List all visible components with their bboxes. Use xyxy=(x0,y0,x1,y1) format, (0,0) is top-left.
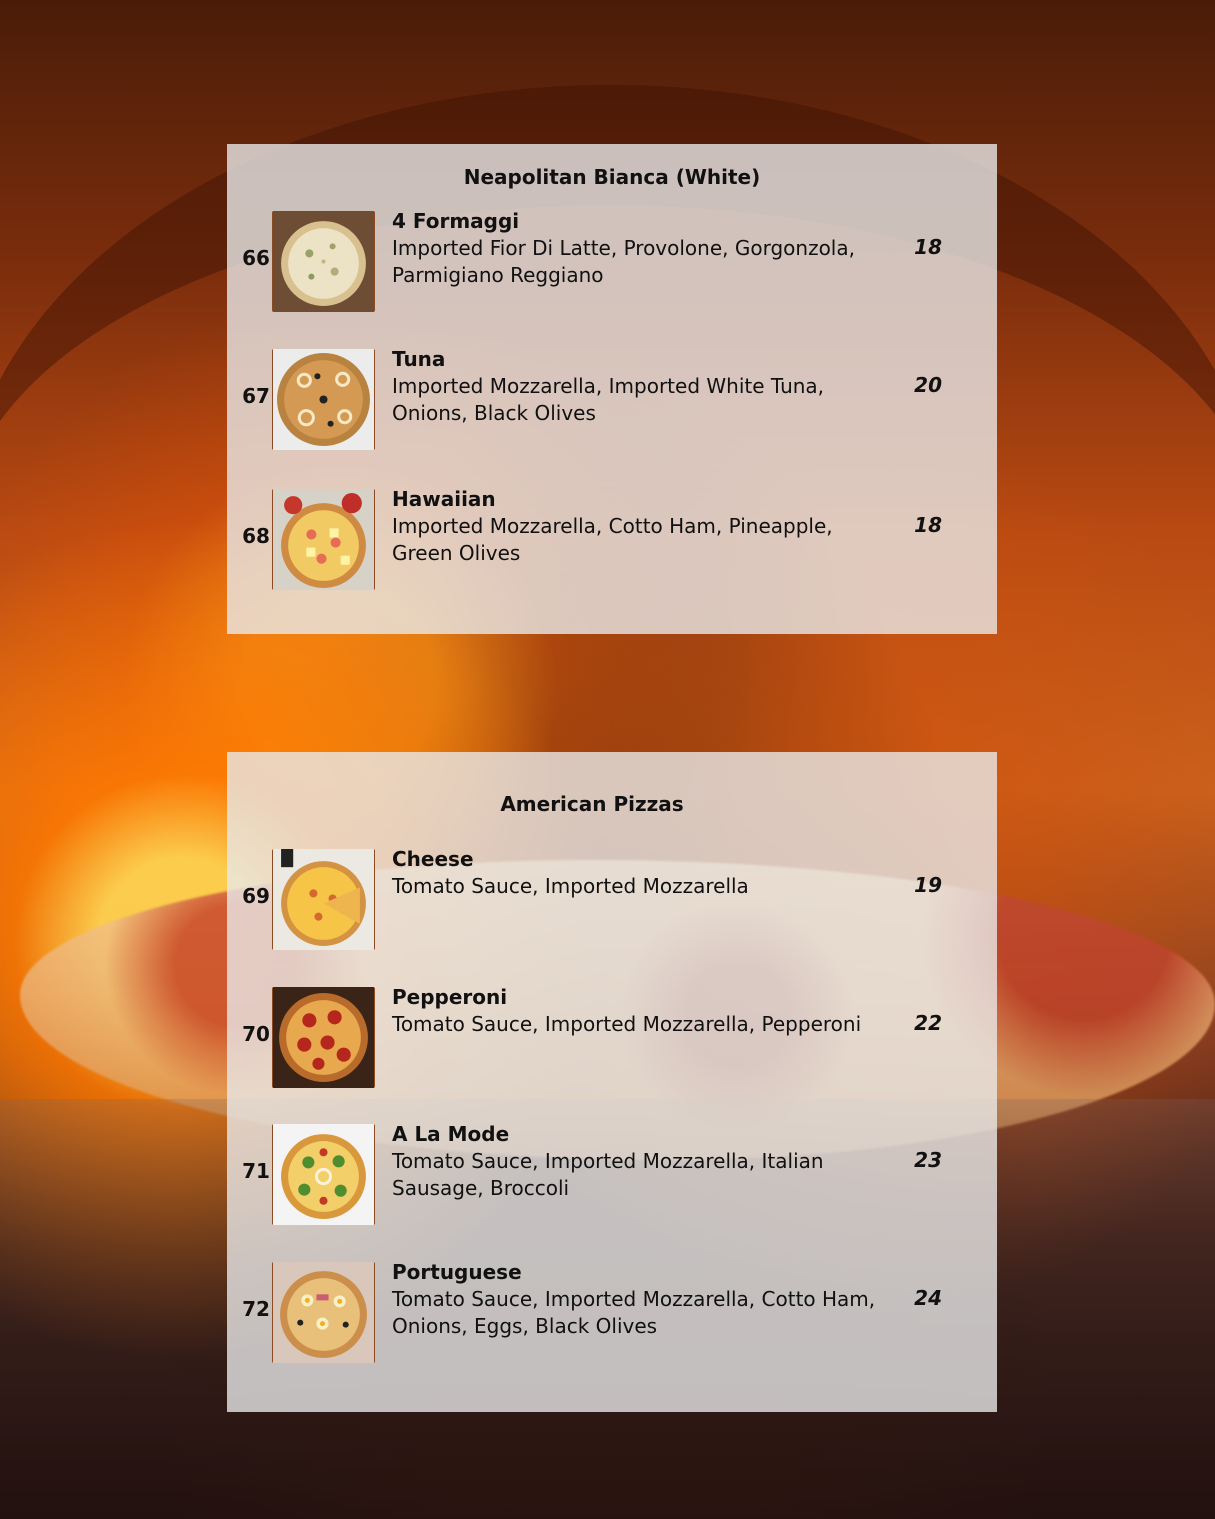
item-name: Pepperoni xyxy=(392,985,508,1009)
section-title: American Pizzas xyxy=(500,792,684,816)
section-title: Neapolitan Bianca (White) xyxy=(463,165,761,189)
item-number: 72 xyxy=(242,1297,270,1321)
menu-item-hawaiian: 68 Hawaiian Imported Mozzarella, Cotto H… xyxy=(227,487,997,599)
pepperoni-pizza-image xyxy=(272,987,375,1088)
neapolitan-bianca-panel: Neapolitan Bianca (White) 66 4 Formaggi … xyxy=(227,144,997,634)
item-name: 4 Formaggi xyxy=(392,209,520,233)
pizza-icon xyxy=(273,1262,374,1363)
item-number: 69 xyxy=(242,884,270,908)
pizza-icon xyxy=(273,349,374,450)
menu-item-a-la-mode: 71 A La Mode Tomato Sauce, Imported Mozz… xyxy=(227,1122,997,1234)
item-number: 71 xyxy=(242,1159,270,1183)
menu-item-portuguese: 72 Portuguese Tomato Sauce, Imported Moz… xyxy=(227,1260,997,1372)
item-price: 23 xyxy=(914,1148,942,1172)
portuguese-pizza-image xyxy=(272,1262,375,1363)
tuna-onion-olive-pizza-image xyxy=(272,349,375,450)
item-price: 19 xyxy=(914,873,942,897)
item-number: 66 xyxy=(242,246,270,270)
pizza-icon xyxy=(273,987,374,1088)
american-pizzas-panel: American Pizzas 69 Cheese Tomato Sauce, … xyxy=(227,752,997,1412)
pizza-icon xyxy=(273,1124,374,1225)
item-price: 18 xyxy=(914,235,942,259)
item-description: Imported Mozzarella, Cotto Ham, Pineappl… xyxy=(392,514,833,565)
menu-item-tuna: 67 Tuna Imported Mozzarella, Imported Wh… xyxy=(227,347,997,459)
item-description: Tomato Sauce, Imported Mozzarella, Cotto… xyxy=(392,1287,876,1338)
item-description: Imported Fior Di Latte, Provolone, Gorgo… xyxy=(392,236,855,287)
cheese-pizza-image xyxy=(272,849,375,950)
white-cheese-pizza-image xyxy=(272,211,375,312)
item-price: 18 xyxy=(914,513,942,537)
pizza-icon xyxy=(273,489,374,590)
hawaiian-pizza-image xyxy=(272,489,375,590)
item-number: 68 xyxy=(242,524,270,548)
item-price: 24 xyxy=(914,1286,942,1310)
menu-item-cheese: 69 Cheese Tomato Sauce, Imported Mozzare… xyxy=(227,847,997,959)
item-description: Tomato Sauce, Imported Mozzarella, Peppe… xyxy=(392,1012,862,1036)
item-description: Tomato Sauce, Imported Mozzarella, Itali… xyxy=(392,1149,824,1200)
pizza-icon xyxy=(273,211,374,312)
item-name: Cheese xyxy=(392,847,474,871)
menu-item-pepperoni: 70 Pepperoni Tomato Sauce, Imported Mozz… xyxy=(227,985,997,1097)
broccoli-onion-pizza-image xyxy=(272,1124,375,1225)
item-price: 20 xyxy=(914,373,942,397)
item-description: Tomato Sauce, Imported Mozzarella xyxy=(392,874,749,898)
item-description: Imported Mozzarella, Imported White Tuna… xyxy=(392,374,825,425)
item-name: Portuguese xyxy=(392,1260,522,1284)
item-number: 70 xyxy=(242,1022,270,1046)
menu-item-4-formaggi: 66 4 Formaggi Imported Fior Di Latte, Pr… xyxy=(227,209,997,321)
item-name: Tuna xyxy=(392,347,446,371)
item-number: 67 xyxy=(242,384,270,408)
item-name: Hawaiian xyxy=(392,487,496,511)
pizza-icon xyxy=(273,849,374,950)
item-name: A La Mode xyxy=(392,1122,510,1146)
item-price: 22 xyxy=(914,1011,942,1035)
